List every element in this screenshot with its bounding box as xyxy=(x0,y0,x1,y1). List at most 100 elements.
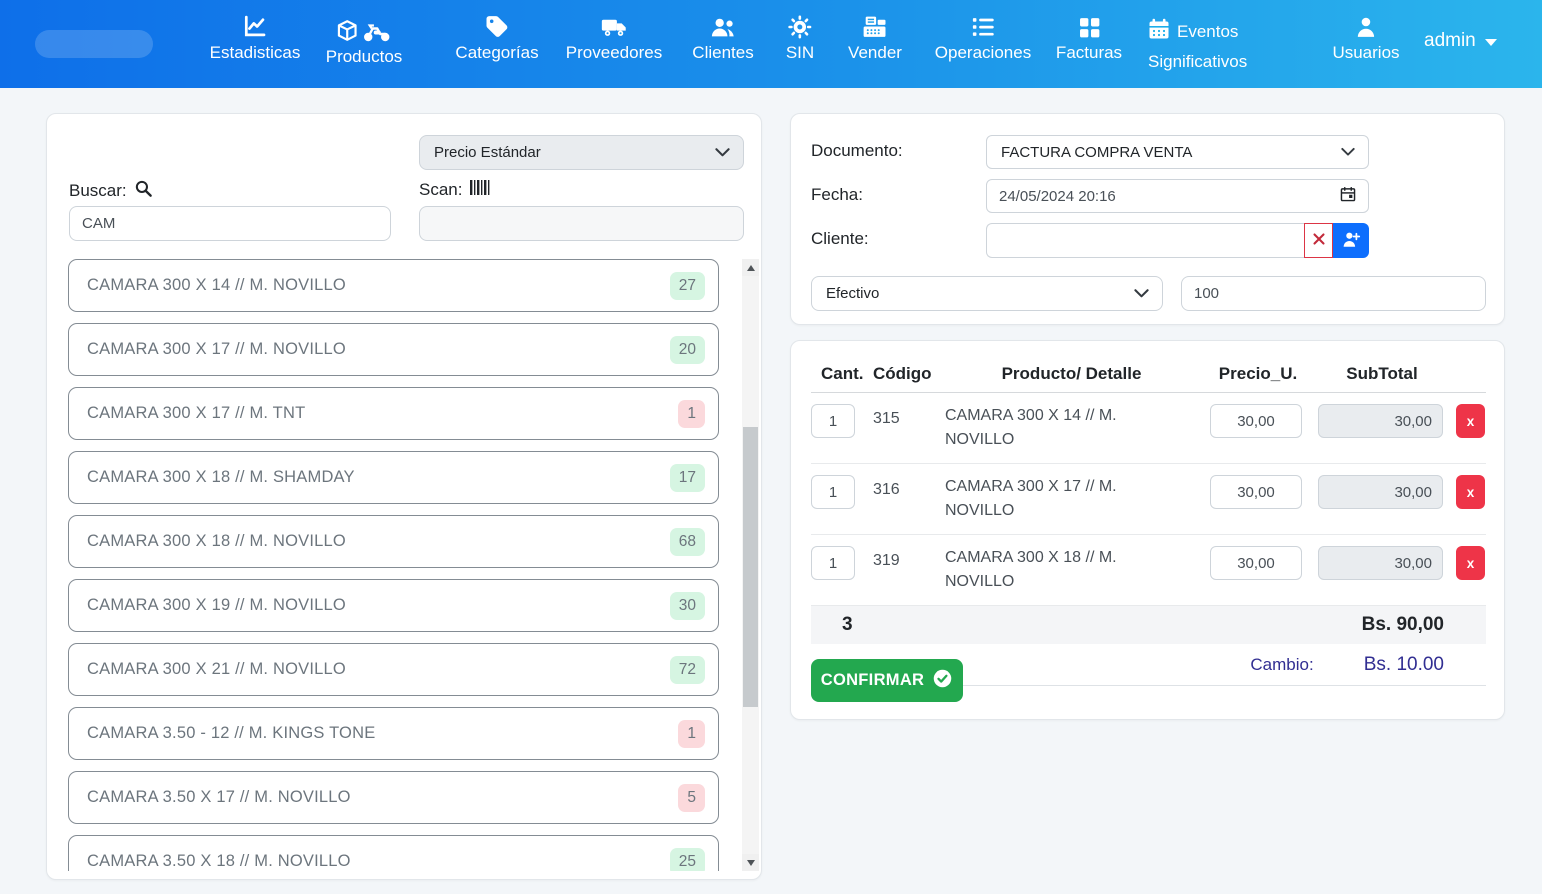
stock-badge: 1 xyxy=(678,720,705,748)
nav-label: Categorías xyxy=(455,43,538,63)
search-icon xyxy=(134,179,153,203)
nav-item-vender[interactable]: Vender xyxy=(848,13,902,63)
product-name: CAMARA 300 X 19 // M. NOVILLO xyxy=(87,596,670,615)
product-detail: CAMARA 300 X 14 // M. NOVILLO xyxy=(945,404,1198,452)
change-value: Bs. 10.00 xyxy=(1364,654,1444,676)
nav-label: Usuarios xyxy=(1332,43,1399,63)
date-input[interactable]: 24/05/2024 20:16 xyxy=(986,179,1369,213)
total-quantity: 3 xyxy=(842,614,853,636)
stock-badge: 25 xyxy=(670,848,705,872)
nav-label: Vender xyxy=(848,43,902,63)
header-price: Precio_U. xyxy=(1198,364,1318,384)
scan-input[interactable] xyxy=(419,206,744,241)
product-name: CAMARA 300 X 14 // M. NOVILLO xyxy=(87,276,670,295)
nav-item-categorias[interactable]: Categorías xyxy=(455,13,538,63)
remove-row-button[interactable]: x xyxy=(1456,546,1485,580)
confirm-button[interactable]: CONFIRMAR xyxy=(811,659,963,702)
list-item[interactable]: CAMARA 300 X 17 // M. NOVILLO 20 xyxy=(68,323,719,376)
list-item[interactable]: CAMARA 300 X 14 // M. NOVILLO 27 xyxy=(68,259,719,312)
unit-price-input[interactable] xyxy=(1210,404,1302,438)
list-item[interactable]: CAMARA 3.50 - 12 // M. KINGS TONE 1 xyxy=(68,707,719,760)
list-item[interactable]: CAMARA 300 X 18 // M. NOVILLO 68 xyxy=(68,515,719,568)
barcode-icon xyxy=(469,179,491,201)
qty-input[interactable] xyxy=(811,546,855,580)
user-menu-admin[interactable]: admin xyxy=(1424,30,1497,52)
add-client-button[interactable] xyxy=(1333,223,1369,258)
sale-header-panel: Documento: FACTURA COMPRA VENTA Fecha: 2… xyxy=(790,113,1505,325)
remove-row-button[interactable]: x xyxy=(1456,404,1485,438)
price-type-value: Precio Estándar xyxy=(434,144,541,161)
table-row: 315 CAMARA 300 X 14 // M. NOVILLO x xyxy=(811,393,1486,464)
amount-paid-input[interactable] xyxy=(1181,276,1486,311)
qty-input[interactable] xyxy=(811,475,855,509)
product-name: CAMARA 3.50 X 17 // M. NOVILLO xyxy=(87,788,678,807)
header-subtotal: SubTotal xyxy=(1318,364,1446,384)
product-detail: CAMARA 300 X 18 // M. NOVILLO xyxy=(945,546,1198,594)
document-label: Documento: xyxy=(811,141,903,161)
product-code: 319 xyxy=(873,546,945,570)
product-detail: CAMARA 300 X 17 // M. NOVILLO xyxy=(945,475,1198,523)
nav-item-facturas[interactable]: Facturas xyxy=(1056,13,1122,63)
scrollbar[interactable] xyxy=(742,259,759,871)
nav-label: Clientes xyxy=(692,43,753,63)
table-row: 319 CAMARA 300 X 18 // M. NOVILLO x xyxy=(811,535,1486,606)
nav-item-clientes[interactable]: Clientes xyxy=(692,13,753,63)
unit-price-input[interactable] xyxy=(1210,475,1302,509)
header-product: Producto/ Detalle xyxy=(945,364,1198,384)
qty-input[interactable] xyxy=(811,404,855,438)
payment-method-select[interactable]: Efectivo xyxy=(811,276,1163,311)
chevron-down-icon xyxy=(1134,285,1149,302)
list-item[interactable]: CAMARA 3.50 X 18 // M. NOVILLO 25 xyxy=(68,835,719,871)
list-item[interactable]: CAMARA 3.50 X 17 // M. NOVILLO 5 xyxy=(68,771,719,824)
product-name: CAMARA 300 X 21 // M. NOVILLO xyxy=(87,660,670,679)
total-amount: Bs. 90,00 xyxy=(1362,614,1444,636)
product-code: 315 xyxy=(873,404,945,428)
list-item[interactable]: CAMARA 300 X 21 // M. NOVILLO 72 xyxy=(68,643,719,696)
nav-label: Proveedores xyxy=(566,43,662,63)
grid-icon xyxy=(1077,13,1100,39)
triangle-up-icon xyxy=(747,265,755,271)
nav-item-estadisticas[interactable]: Estadisticas xyxy=(210,13,301,63)
header-code: Código xyxy=(873,364,945,384)
chart-line-icon xyxy=(242,13,267,39)
nav-item-productos[interactable]: Productos xyxy=(326,17,403,67)
cash-register-icon xyxy=(862,13,887,39)
totals-row: 3 Bs. 90,00 xyxy=(811,606,1486,644)
remove-row-button[interactable]: x xyxy=(1456,475,1485,509)
top-navbar: Estadisticas Productos Categorías Provee… xyxy=(0,0,1542,88)
stock-badge: 17 xyxy=(670,464,705,492)
document-type-select[interactable]: FACTURA COMPRA VENTA xyxy=(986,135,1369,169)
nav-item-sin[interactable]: SIN xyxy=(786,13,814,63)
list-item[interactable]: CAMARA 300 X 17 // M. TNT 1 xyxy=(68,387,719,440)
header-qty: Cant. xyxy=(811,364,873,384)
nav-label: Facturas xyxy=(1056,43,1122,63)
list-item[interactable]: CAMARA 300 X 19 // M. NOVILLO 30 xyxy=(68,579,719,632)
stock-badge: 1 xyxy=(678,400,705,428)
nav-item-proveedores[interactable]: Proveedores xyxy=(566,13,662,63)
search-input[interactable] xyxy=(69,206,391,241)
subtotal-readonly xyxy=(1318,475,1443,509)
chevron-down-icon xyxy=(715,144,730,161)
client-input-group xyxy=(986,223,1369,258)
nav-label: Productos xyxy=(326,47,403,67)
nav-item-operaciones[interactable]: Operaciones xyxy=(935,13,1031,63)
nav-item-eventos-significativos[interactable]: Eventos Significativos xyxy=(1148,18,1272,75)
price-type-select[interactable]: Precio Estándar xyxy=(419,135,744,170)
scroll-up-button[interactable] xyxy=(742,259,759,276)
client-clear-button[interactable] xyxy=(1304,223,1333,258)
tag-icon xyxy=(484,13,509,39)
unit-price-input[interactable] xyxy=(1210,546,1302,580)
scroll-down-button[interactable] xyxy=(742,854,759,871)
search-label-text: Buscar: xyxy=(69,181,127,201)
change-label: Cambio: xyxy=(1250,655,1313,675)
scrollbar-thumb[interactable] xyxy=(743,427,758,707)
client-input[interactable] xyxy=(986,223,1304,258)
nav-item-usuarios[interactable]: Usuarios xyxy=(1332,13,1399,63)
calendar-icon xyxy=(1148,18,1170,48)
scan-label-text: Scan: xyxy=(419,180,462,200)
nav-label: Operaciones xyxy=(935,43,1031,63)
product-search-panel: Precio Estándar Buscar: Scan: CAMARA 300… xyxy=(46,113,762,880)
brand-logo[interactable] xyxy=(35,30,153,58)
product-name: CAMARA 300 X 18 // M. SHAMDAY xyxy=(87,468,670,487)
list-item[interactable]: CAMARA 300 X 18 // M. SHAMDAY 17 xyxy=(68,451,719,504)
